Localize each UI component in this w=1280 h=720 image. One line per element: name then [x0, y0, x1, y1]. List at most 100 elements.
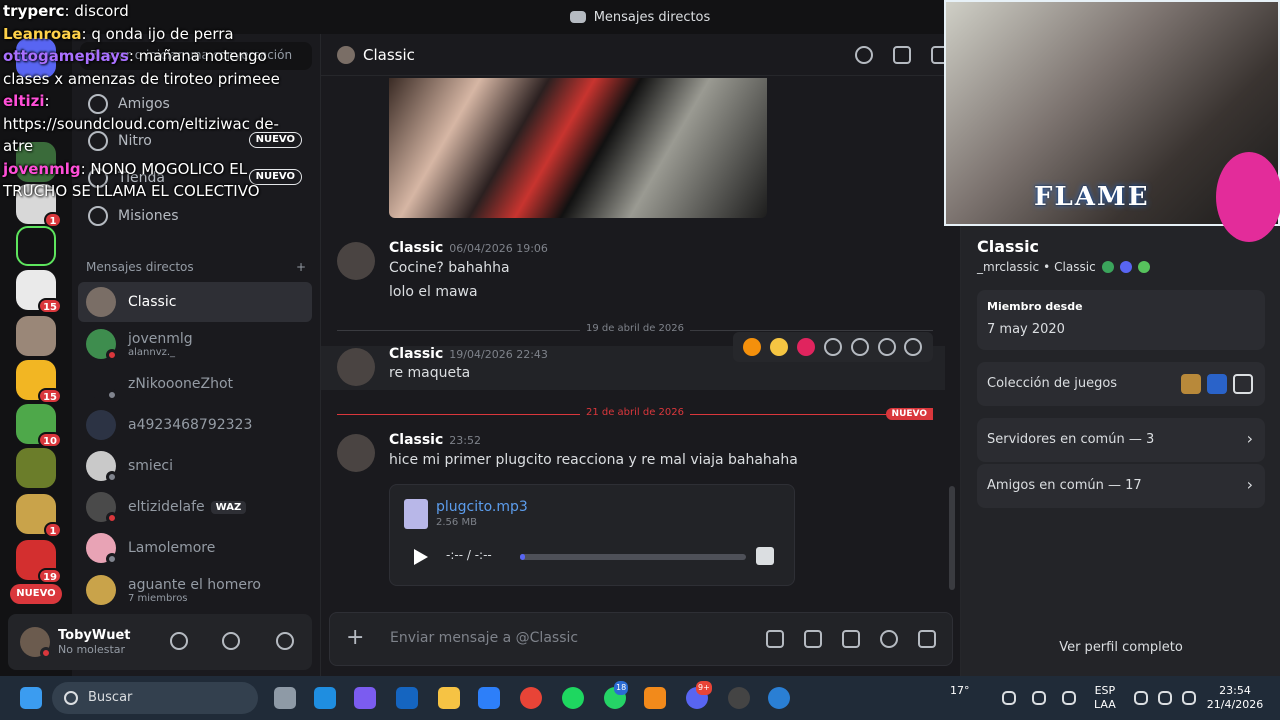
server-icon[interactable]: 19 — [16, 540, 62, 584]
nav-quests[interactable]: Misiones — [80, 198, 312, 234]
taskbar-search[interactable]: Buscar — [52, 682, 258, 714]
avatar[interactable] — [337, 434, 375, 472]
dm-item-a4923468792323[interactable]: a4923468792323 — [78, 405, 312, 445]
windows-start-icon[interactable] — [20, 687, 42, 709]
new-servers-pill[interactable]: NUEVO — [10, 584, 62, 604]
attachment-filename[interactable]: plugcito.mp3 — [436, 499, 528, 515]
network-icon[interactable] — [1032, 691, 1046, 705]
clock[interactable]: 23:54 21/4/2026 — [1206, 684, 1264, 712]
audio-attachment: plugcito.mp3 2.56 MB -:-- / -:-- — [389, 484, 795, 586]
headphones-icon[interactable] — [222, 632, 240, 650]
server-icon[interactable] — [16, 226, 56, 266]
volume-icon[interactable] — [756, 547, 774, 565]
avatar[interactable] — [337, 242, 375, 280]
new-messages-divider: 21 de abril de 2026 NUEVO — [337, 407, 933, 420]
message-author[interactable]: Classic — [389, 432, 443, 448]
dm-item-classic[interactable]: Classic — [78, 282, 312, 322]
badge-icon[interactable] — [1101, 261, 1114, 273]
chat-title: Classic — [363, 45, 415, 64]
store-icon[interactable] — [478, 687, 500, 709]
server-icon[interactable]: 1 — [16, 494, 62, 538]
dm-item-znikooonezhot[interactable]: zNikoooneZhot — [78, 364, 312, 404]
volume-tray-icon[interactable] — [1158, 691, 1172, 705]
dm-item-group[interactable]: aguante el homero 7 miembros — [78, 570, 312, 610]
play-icon[interactable] — [414, 549, 428, 565]
game-icon[interactable] — [1207, 374, 1227, 394]
user-avatar[interactable] — [20, 627, 52, 659]
discord-taskbar-icon[interactable]: 9+ — [686, 681, 712, 709]
status-dnd — [106, 349, 118, 361]
gift-icon[interactable] — [766, 630, 784, 648]
dm-item-smieci[interactable]: smieci — [78, 446, 312, 486]
gif-icon[interactable] — [804, 630, 822, 648]
server-icon[interactable]: 15 — [16, 360, 62, 404]
avatar — [86, 451, 118, 483]
game-icon[interactable] — [1181, 374, 1201, 394]
server-icon[interactable]: 10 — [16, 404, 62, 448]
webcam-logo-text: FLAME — [1034, 182, 1150, 212]
outlook-icon[interactable] — [396, 687, 418, 709]
more-icon[interactable] — [904, 338, 923, 356]
phone-icon[interactable] — [855, 46, 873, 64]
forward-icon[interactable] — [877, 338, 896, 356]
edge-icon[interactable] — [314, 687, 336, 709]
microphone-icon[interactable] — [170, 632, 188, 650]
microphone-tray-icon[interactable] — [1062, 691, 1076, 705]
apps-icon[interactable] — [918, 630, 936, 648]
dm-item-jovenmlg[interactable]: jovenmlg alannvz._ — [78, 324, 312, 364]
sticker-icon[interactable] — [842, 630, 860, 648]
fire-reaction-icon[interactable] — [743, 338, 762, 356]
game-icon[interactable] — [1233, 374, 1253, 394]
leaf-badge-icon[interactable] — [1137, 261, 1150, 273]
app-icon[interactable] — [728, 687, 750, 709]
emoji-icon[interactable] — [880, 630, 898, 648]
message-author[interactable]: Classic — [389, 240, 443, 256]
badge-icon[interactable] — [1119, 261, 1132, 273]
message-composer[interactable]: + Enviar mensaje a @Classic — [329, 612, 953, 666]
audio-progress-slider[interactable] — [520, 554, 746, 560]
avatar — [86, 287, 116, 317]
add-reaction-icon[interactable] — [823, 338, 842, 356]
whatsapp-icon[interactable]: 18 — [604, 681, 629, 709]
view-full-profile-link[interactable]: Ver perfil completo — [961, 640, 1280, 655]
mutual-servers-row[interactable]: Servidores en común — 3 › — [977, 418, 1265, 462]
message-input[interactable]: Enviar mensaje a @Classic — [390, 630, 578, 646]
cloud-app-icon[interactable] — [644, 687, 666, 709]
crying-reaction-icon[interactable] — [770, 338, 789, 356]
message-text: lolo el mawa — [389, 284, 478, 300]
mutual-friends-row[interactable]: Amigos en común — 17 › — [977, 464, 1265, 508]
video-icon[interactable] — [893, 46, 911, 64]
plus-icon[interactable]: + — [346, 627, 364, 649]
file-explorer-icon[interactable] — [438, 687, 460, 709]
gear-icon[interactable] — [276, 632, 294, 650]
spotify-icon[interactable] — [562, 687, 584, 709]
avatar[interactable] — [337, 348, 375, 386]
game-collection-card[interactable]: Colección de juegos — [977, 362, 1265, 406]
message-author[interactable]: Classic — [389, 346, 443, 362]
dm-item-eltizidelafe[interactable]: eltizidelafe WAZ — [78, 487, 312, 527]
server-icon[interactable] — [16, 316, 56, 356]
server-icon[interactable] — [16, 448, 56, 488]
dm-item-lamolemore[interactable]: Lamolemore — [78, 528, 312, 568]
server-icon[interactable]: 15 — [16, 270, 62, 314]
status-offline — [106, 553, 118, 565]
weather[interactable]: 17° — [950, 684, 970, 698]
message-image[interactable] — [389, 78, 767, 218]
heart-reaction-icon[interactable] — [797, 338, 816, 356]
chevron-up-icon[interactable] — [1002, 691, 1016, 705]
app-icon[interactable] — [768, 687, 790, 709]
battery-icon[interactable] — [1182, 691, 1196, 705]
message-actions-bar — [733, 332, 933, 362]
copilot-icon[interactable] — [354, 687, 376, 709]
display-icon[interactable] — [1134, 691, 1148, 705]
input-language[interactable]: ESP LAA — [1094, 684, 1116, 712]
task-view-icon[interactable] — [274, 687, 296, 709]
search-icon — [64, 691, 78, 705]
create-dm-plus-icon[interactable]: + — [296, 260, 306, 274]
scrollbar[interactable] — [949, 486, 955, 590]
chrome-icon[interactable] — [520, 687, 542, 709]
chat-area: Classic Classic 06/04/2026 19:06 Cocine? … — [320, 34, 961, 676]
avatar — [337, 45, 355, 64]
avatar — [86, 533, 118, 565]
reply-icon[interactable] — [850, 338, 869, 356]
